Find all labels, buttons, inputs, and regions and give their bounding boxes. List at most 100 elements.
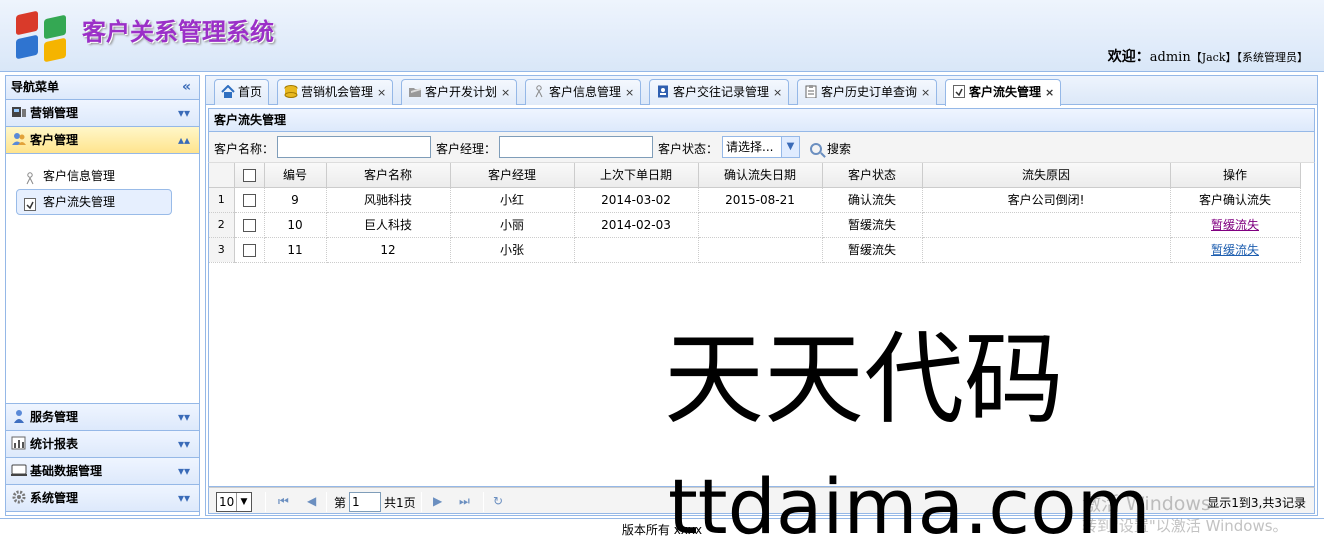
close-icon[interactable]: × bbox=[625, 86, 634, 99]
table-row[interactable]: 1 9 风驰科技 小红 2014-03-02 2015-08-21 确认流失 客… bbox=[209, 187, 1301, 213]
row-checkbox[interactable] bbox=[242, 218, 256, 232]
column-header[interactable]: 上次下单日期 bbox=[574, 163, 699, 188]
cell-manager: 小张 bbox=[450, 237, 575, 263]
panel-title: 客户流失管理 bbox=[208, 108, 1315, 132]
last-page-icon[interactable]: ⏭ bbox=[459, 494, 470, 509]
sidebar-section-label: 基础数据管理 bbox=[30, 464, 103, 478]
close-icon[interactable]: × bbox=[1045, 86, 1054, 99]
sidebar-item-label: 客户信息管理 bbox=[43, 169, 116, 183]
close-icon[interactable]: × bbox=[377, 86, 386, 99]
report-icon bbox=[11, 433, 27, 450]
close-icon[interactable]: × bbox=[773, 86, 782, 99]
column-header[interactable]: 客户状态 bbox=[822, 163, 923, 188]
pager-separator bbox=[483, 492, 484, 512]
page-size-value: 10 bbox=[219, 495, 235, 509]
marketing-icon bbox=[11, 102, 27, 117]
column-header[interactable]: 流失原因 bbox=[922, 163, 1171, 188]
clipboard-icon bbox=[804, 82, 818, 99]
cell-reason bbox=[922, 237, 1171, 263]
select-all-checkbox[interactable] bbox=[242, 168, 256, 182]
cell-last-order: 2014-02-03 bbox=[574, 212, 699, 238]
tab-order-history[interactable]: 客户历史订单查询 × bbox=[797, 79, 938, 105]
sidebar: 导航菜单 « 营销管理 ▾▾ 客户管理 ▴▴ 客户信息管理 客户流失管理 服务管… bbox=[5, 75, 200, 516]
folder-icon bbox=[408, 82, 422, 97]
chevron-down-icon[interactable]: ▾▾ bbox=[178, 458, 190, 484]
cell-confirm-date: 2015-08-21 bbox=[698, 187, 823, 213]
pager-separator bbox=[326, 492, 327, 512]
row-checkbox-cell bbox=[234, 212, 265, 238]
next-page-icon[interactable]: ▶ bbox=[433, 494, 442, 508]
chevron-down-icon[interactable]: ▾▾ bbox=[178, 404, 190, 430]
sidebar-section-report[interactable]: 统计报表 ▾▾ bbox=[6, 431, 199, 458]
tab-customer-info[interactable]: 客户信息管理 × bbox=[525, 79, 642, 105]
tab-contact-records[interactable]: 客户交往记录管理 × bbox=[649, 79, 790, 105]
sidebar-section-customers[interactable]: 客户管理 ▴▴ bbox=[6, 127, 199, 154]
sidebar-item-customer-info[interactable]: 客户信息管理 bbox=[16, 163, 172, 189]
column-header[interactable]: 客户经理 bbox=[450, 163, 575, 188]
column-header[interactable]: 编号 bbox=[264, 163, 327, 188]
customer-name-input[interactable] bbox=[277, 136, 431, 158]
customers-icon bbox=[11, 129, 27, 145]
watermark-text-cn: 天天代码 bbox=[664, 321, 1064, 438]
sidebar-item-customer-loss[interactable]: 客户流失管理 bbox=[16, 189, 172, 215]
customer-manager-input[interactable] bbox=[499, 136, 653, 158]
defer-loss-link[interactable]: 暂缓流失 bbox=[1211, 218, 1259, 232]
customer-status-select[interactable]: 请选择... ▼ bbox=[722, 136, 800, 158]
first-page-icon[interactable]: ⏮ bbox=[278, 494, 289, 509]
sidebar-section-base-data[interactable]: 基础数据管理 ▾▾ bbox=[6, 458, 199, 485]
customer-name-label: 客户名称： bbox=[214, 142, 275, 156]
chevron-down-icon[interactable]: ▼ bbox=[236, 493, 251, 511]
app-title: 客户关系管理系统 bbox=[82, 18, 274, 46]
prev-page-icon[interactable]: ◀ bbox=[307, 494, 316, 508]
row-checkbox-cell bbox=[234, 187, 265, 213]
search-toolbar: 客户名称： 客户经理： 客户状态： 请选择... ▼ 搜索 bbox=[208, 132, 1315, 162]
column-header[interactable]: 操作 bbox=[1170, 163, 1301, 188]
system-icon bbox=[11, 487, 27, 504]
app-logo-icon bbox=[14, 7, 74, 63]
customer-manager-label: 客户经理： bbox=[436, 142, 497, 156]
sidebar-section-service[interactable]: 服务管理 ▾▾ bbox=[6, 404, 199, 431]
tab-bar: 首页 营销机会管理 × 客户开发计划 × 客户信息管理 × 客户交往记录管理 × 客户历… bbox=[206, 76, 1317, 106]
refresh-icon[interactable]: ↻ bbox=[493, 494, 503, 508]
column-header[interactable]: 客户名称 bbox=[326, 163, 451, 188]
defer-loss-link[interactable]: 暂缓流失 bbox=[1211, 243, 1259, 257]
tab-home[interactable]: 首页 bbox=[214, 79, 270, 105]
cell-name: 12 bbox=[326, 237, 451, 263]
sidebar-title: 导航菜单 bbox=[11, 80, 60, 94]
close-icon[interactable]: × bbox=[921, 86, 930, 99]
tab-marketing-opportunity[interactable]: 营销机会管理 × bbox=[277, 79, 394, 105]
tab-label: 首页 bbox=[238, 85, 263, 99]
cell-confirm-date bbox=[698, 212, 823, 238]
table-row[interactable]: 3 11 12 小张 暂缓流失 暂缓流失 bbox=[209, 237, 1301, 263]
chevron-down-icon[interactable]: ▾▾ bbox=[178, 100, 190, 126]
sidebar-section-label: 服务管理 bbox=[30, 410, 79, 424]
chevron-down-icon[interactable]: ▼ bbox=[781, 137, 799, 157]
sidebar-section-system[interactable]: 系统管理 ▾▾ bbox=[6, 485, 199, 512]
main-panel: 首页 营销机会管理 × 客户开发计划 × 客户信息管理 × 客户交往记录管理 × 客户历… bbox=[205, 75, 1318, 516]
home-icon bbox=[221, 82, 235, 98]
service-icon bbox=[11, 406, 27, 423]
table-row[interactable]: 2 10 巨人科技 小丽 2014-02-03 暂缓流失 暂缓流失 bbox=[209, 212, 1301, 238]
cell-action: 暂缓流失 bbox=[1170, 212, 1301, 238]
user-role: 【系统管理员】 bbox=[1236, 51, 1309, 64]
tab-customer-loss[interactable]: 客户流失管理 × bbox=[945, 79, 1062, 106]
row-number: 1 bbox=[209, 187, 235, 213]
row-checkbox[interactable] bbox=[242, 193, 256, 207]
sidebar-section-marketing[interactable]: 营销管理 ▾▾ bbox=[6, 100, 199, 127]
row-checkbox[interactable] bbox=[242, 243, 256, 257]
search-button[interactable]: 搜索 bbox=[810, 140, 851, 157]
chevron-up-icon[interactable]: ▴▴ bbox=[178, 127, 190, 153]
chevron-down-icon[interactable]: ▾▾ bbox=[178, 485, 190, 511]
page-number-input[interactable]: 1 bbox=[349, 492, 381, 512]
page-size-select[interactable]: 10 ▼ bbox=[216, 492, 252, 512]
close-icon[interactable]: × bbox=[501, 86, 510, 99]
column-header[interactable]: 确认流失日期 bbox=[698, 163, 823, 188]
page-total: 共1页 bbox=[384, 496, 416, 510]
chevron-down-icon[interactable]: ▾▾ bbox=[178, 431, 190, 457]
welcome-label: 欢迎： bbox=[1107, 49, 1150, 65]
tab-development-plan[interactable]: 客户开发计划 × bbox=[401, 79, 518, 105]
customer-status-value: 请选择... bbox=[726, 140, 774, 154]
tab-label: 客户交往记录管理 bbox=[673, 85, 770, 99]
sidebar-collapse-icon[interactable]: « bbox=[182, 76, 191, 99]
customer-info-icon bbox=[532, 82, 546, 98]
